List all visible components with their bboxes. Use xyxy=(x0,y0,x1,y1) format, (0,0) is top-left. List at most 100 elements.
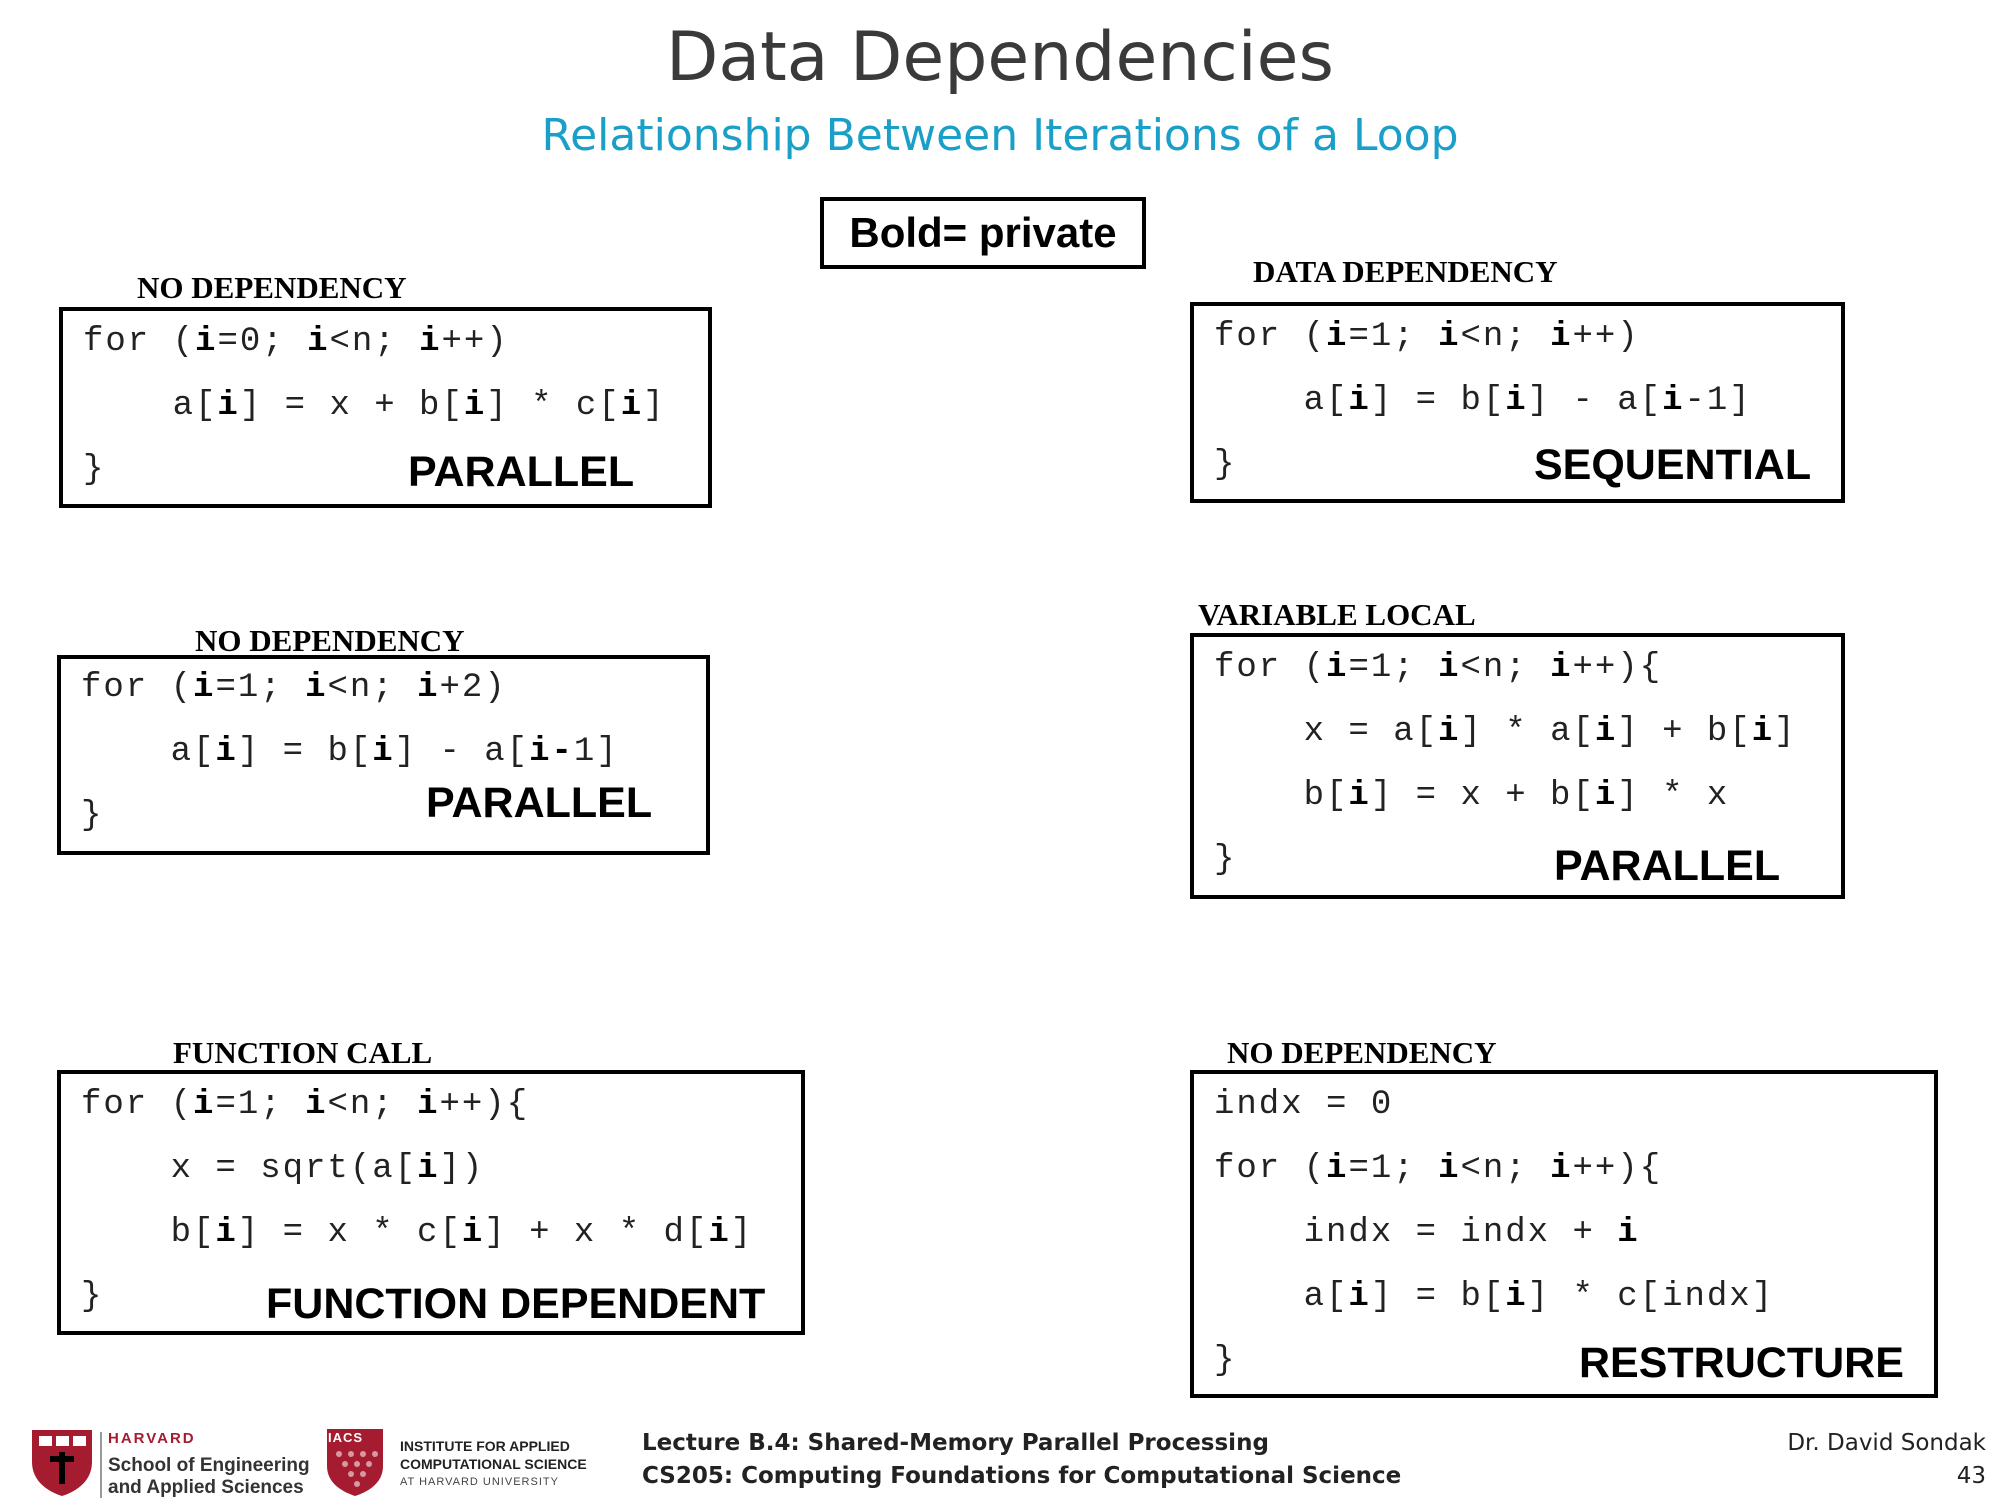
code-text: for ( xyxy=(81,1086,194,1124)
code-line: for (i=1; i<n; i+2) xyxy=(81,669,507,707)
private-variable: i xyxy=(1594,777,1618,815)
code-text: for ( xyxy=(1214,318,1327,356)
code-text: =1; xyxy=(1348,1150,1439,1188)
code-text: ++){ xyxy=(1572,649,1663,687)
private-variable: i xyxy=(1751,713,1775,751)
panel-label: DATA DEPENDENCY xyxy=(1253,254,1558,289)
code-text: -1] xyxy=(1684,382,1752,420)
code-text: ] + b[ xyxy=(1617,713,1752,751)
private-variable: i xyxy=(1550,649,1573,687)
code-text: ]) xyxy=(439,1150,485,1188)
code-line: } xyxy=(81,1278,103,1316)
code-text: } xyxy=(1214,1342,1237,1380)
code-text: for ( xyxy=(83,323,196,361)
code-text: a[ xyxy=(83,387,218,425)
code-text: ] - a[ xyxy=(1527,382,1663,420)
code-text: 1] xyxy=(573,733,619,771)
lecture-title: Lecture B.4: Shared-Memory Parallel Proc… xyxy=(642,1430,1269,1456)
code-text: ] = b[ xyxy=(237,733,373,771)
seas-name-line1: School of Engineering xyxy=(108,1455,310,1476)
private-variable: i xyxy=(1348,382,1371,420)
private-variable: i xyxy=(708,1214,731,1252)
verdict-label: RESTRUCTURE xyxy=(1579,1339,1904,1387)
code-text: ++){ xyxy=(439,1086,530,1124)
course-title: CS205: Computing Foundations for Computa… xyxy=(642,1463,1402,1489)
code-text: ] xyxy=(730,1214,754,1252)
code-line: } xyxy=(1214,1342,1236,1380)
private-variable: i xyxy=(307,323,330,361)
private-variable: i xyxy=(1438,1150,1461,1188)
code-line: for (i=1; i<n; i++){ xyxy=(81,1086,529,1124)
private-variable: i xyxy=(195,323,218,361)
code-text: =1; xyxy=(215,669,306,707)
code-text: +2) xyxy=(439,669,507,707)
page-subtitle: Relationship Between Iterations of a Loo… xyxy=(541,110,1459,161)
iacs-name-line2: COMPUTATIONAL SCIENCE xyxy=(400,1456,587,1472)
code-line: x = a[i] * a[i] + b[i] xyxy=(1214,713,1797,751)
panel-label: NO DEPENDENCY xyxy=(195,623,465,658)
private-variable: i xyxy=(1326,1150,1349,1188)
code-text: <n; xyxy=(1460,318,1551,356)
private-variable: i xyxy=(1326,649,1349,687)
seas-name-line2: and Applied Sciences xyxy=(108,1477,304,1498)
code-line: a[i] = b[i] - a[i-1] xyxy=(81,733,619,771)
code-text: =1; xyxy=(1348,318,1439,356)
private-variable: i xyxy=(1594,713,1618,751)
code-panel: indx = 0 for (i=1; i<n; i++){ indx = ind… xyxy=(1190,1070,1938,1398)
code-text: <n; xyxy=(1460,1150,1551,1188)
code-text: <n; xyxy=(327,669,418,707)
private-variable: i xyxy=(620,387,644,425)
verdict-label: PARALLEL xyxy=(408,448,635,496)
page-number: 43 xyxy=(1956,1463,1986,1489)
private-variable: i xyxy=(463,387,487,425)
code-line: } xyxy=(81,797,103,835)
code-line: b[i] = x * c[i] + x * d[i] xyxy=(81,1214,753,1252)
private-variable: i xyxy=(1662,382,1685,420)
code-line: a[i] = b[i] * c[indx] xyxy=(1214,1278,1774,1316)
private-variable: i xyxy=(417,1150,440,1188)
author-name: Dr. David Sondak xyxy=(1787,1430,1986,1456)
code-line: } xyxy=(83,451,105,489)
code-panel: for (i=1; i<n; i+2) a[i] = b[i] - a[i-1]… xyxy=(57,655,710,855)
code-text: indx = 0 xyxy=(1214,1086,1394,1124)
code-text: } xyxy=(1214,841,1237,879)
private-variable: i xyxy=(215,1214,238,1252)
code-text: a[ xyxy=(1214,382,1349,420)
private-variable: i xyxy=(1326,318,1349,356)
code-panel: for (i=0; i<n; i++) a[i] = x + b[i] * c[… xyxy=(59,307,712,508)
private-variable: i xyxy=(417,669,440,707)
code-text: } xyxy=(83,451,106,489)
code-text: ] = x * c[ xyxy=(237,1214,462,1252)
code-text: ] = x + b[ xyxy=(1370,777,1595,815)
private-variable: i xyxy=(1617,1214,1640,1252)
private-variable: i xyxy=(419,323,442,361)
code-text: ] * c[indx] xyxy=(1527,1278,1775,1316)
private-variable: i xyxy=(1348,1278,1371,1316)
code-line: a[i] = b[i] - a[i-1] xyxy=(1214,382,1752,420)
code-line: x = sqrt(a[i]) xyxy=(81,1150,484,1188)
verdict-label: SEQUENTIAL xyxy=(1534,441,1812,489)
code-text: ] * x xyxy=(1617,777,1730,815)
code-text: for ( xyxy=(1214,1150,1327,1188)
iacs-name-line3: AT HARVARD UNIVERSITY xyxy=(400,1476,559,1488)
harvard-shield-logo xyxy=(30,1428,94,1498)
page-title: Data Dependencies xyxy=(666,18,1334,97)
private-variable: i xyxy=(217,387,240,425)
code-line: indx = indx + i xyxy=(1214,1214,1640,1252)
private-variable: i xyxy=(417,1086,440,1124)
code-text: ] + x * d[ xyxy=(484,1214,709,1252)
code-text: a[ xyxy=(1214,1278,1349,1316)
code-line: for (i=1; i<n; i++){ xyxy=(1214,1150,1662,1188)
code-text: <n; xyxy=(1460,649,1551,687)
code-text: ++) xyxy=(1572,318,1640,356)
panel-label: FUNCTION CALL xyxy=(173,1035,433,1070)
code-panel: for (i=1; i<n; i++){ x = sqrt(a[i]) b[i]… xyxy=(57,1070,805,1335)
code-line: indx = 0 xyxy=(1214,1086,1393,1124)
code-text: ] = b[ xyxy=(1370,382,1506,420)
code-text: ] * c[ xyxy=(486,387,621,425)
code-line: } xyxy=(1214,841,1236,879)
legend-box: Bold= private xyxy=(820,197,1146,269)
code-text: =1; xyxy=(1348,649,1439,687)
code-text: ] = x + b[ xyxy=(239,387,464,425)
code-text: ] * a[ xyxy=(1460,713,1595,751)
